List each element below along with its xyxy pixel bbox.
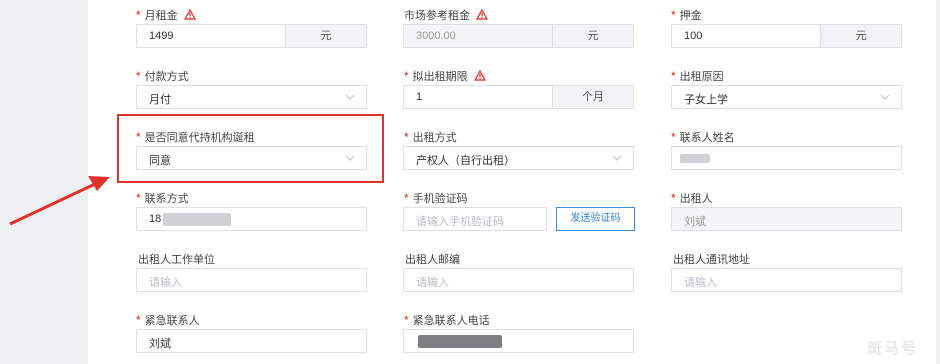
emergency-phone-input[interactable] — [403, 329, 634, 353]
lease-term-label: * 拟出租期限 — [404, 68, 486, 84]
unit-label: 元 — [552, 25, 633, 47]
deposit-input[interactable]: 100 元 — [671, 24, 902, 48]
deposit-label: * 押金 — [671, 8, 702, 22]
send-code-button[interactable]: 发送验证码 — [556, 207, 635, 231]
address-label: 出租人通讯地址 — [673, 254, 750, 266]
redacted-text — [418, 335, 502, 348]
payment-select[interactable]: 月付 — [136, 85, 367, 109]
lessor-label: * 出租人 — [671, 191, 713, 205]
lessor-input: 刘斌 — [671, 207, 902, 231]
market-rent-input: 3000.00 元 — [403, 24, 634, 48]
annotation-highlight-box — [117, 114, 384, 183]
watermark: 斑马号 — [866, 340, 918, 357]
sms-code-input[interactable]: 请输入手机验证码 — [403, 207, 547, 231]
reason-label: * 出租原因 — [671, 69, 724, 83]
contact-phone-input[interactable]: 18 — [136, 207, 367, 231]
chevron-down-icon — [345, 94, 355, 100]
emergency-contact-input[interactable]: 刘斌 — [136, 329, 367, 353]
warning-icon — [183, 9, 196, 20]
contact-phone-label: * 联系方式 — [136, 191, 189, 205]
chevron-down-icon — [612, 155, 622, 161]
contact-name-input[interactable] — [671, 146, 902, 170]
chevron-down-icon — [880, 94, 890, 100]
emergency-contact-label: * 紧急联系人 — [136, 313, 200, 327]
redacted-text — [680, 154, 710, 163]
reason-select[interactable]: 子女上学 — [671, 85, 902, 109]
address-input[interactable]: 请输入 — [671, 268, 902, 292]
payment-label: * 付款方式 — [136, 69, 189, 83]
contact-name-label: * 联系人姓名 — [671, 130, 735, 144]
rent-input[interactable]: 1499 元 — [136, 24, 367, 48]
unit-label: 元 — [820, 25, 901, 47]
redacted-text — [163, 213, 231, 226]
rent-label: * 月租金 — [136, 7, 196, 23]
market-rent-label: 市场参考租金 — [404, 7, 489, 23]
postcode-label: 出租人邮编 — [405, 254, 460, 266]
annotation-arrow — [9, 176, 110, 226]
warning-icon — [473, 70, 486, 81]
lease-mode-select[interactable]: 产权人（自行出租） — [403, 146, 634, 170]
warning-icon — [476, 9, 489, 20]
emergency-phone-label: * 紧急联系人电话 — [404, 313, 490, 327]
employer-label: 出租人工作单位 — [138, 254, 215, 266]
lease-term-input[interactable]: 1 个月 — [403, 85, 634, 109]
unit-label: 元 — [285, 25, 366, 47]
employer-input[interactable]: 请输入 — [136, 268, 367, 292]
postcode-input[interactable]: 请输入 — [403, 268, 634, 292]
sms-code-label: * 手机验证码 — [404, 191, 468, 205]
lease-mode-label: * 出租方式 — [404, 130, 457, 144]
unit-label: 个月 — [552, 86, 633, 108]
